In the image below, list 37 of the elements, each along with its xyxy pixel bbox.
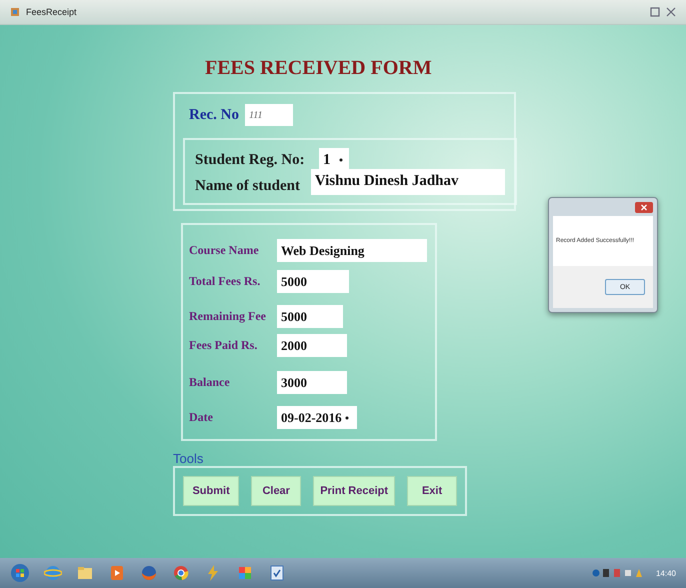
tool-button[interactable]: Print Receipt xyxy=(313,476,396,506)
fee-label: Date xyxy=(189,410,214,425)
maximize-icon[interactable] xyxy=(650,7,660,17)
fee-field[interactable]: 3000 xyxy=(277,371,347,394)
folder-icon[interactable] xyxy=(76,564,94,582)
reg-no-label: Student Reg. No: xyxy=(195,152,306,168)
tools-legend: Tools xyxy=(173,451,467,466)
fee-label: Total Fees Rs. xyxy=(189,274,262,289)
fee-label: Balance xyxy=(189,375,231,390)
tool-button[interactable]: Submit xyxy=(183,476,240,506)
clock: 14:40 xyxy=(656,568,676,578)
dropdown-icon[interactable] xyxy=(344,416,349,420)
dropdown-icon[interactable] xyxy=(338,158,342,162)
tool-button[interactable]: Exit xyxy=(407,476,458,506)
tray-icons[interactable] xyxy=(592,567,642,579)
tool-button[interactable]: Clear xyxy=(251,476,302,506)
close-icon[interactable] xyxy=(666,7,676,17)
app-icon xyxy=(10,7,20,17)
fee-field[interactable]: Web Designing xyxy=(277,239,427,262)
rec-no-label: Rec. No xyxy=(189,106,239,124)
media-player-icon[interactable] xyxy=(108,564,126,582)
form-app-icon[interactable] xyxy=(268,564,286,582)
fee-field[interactable]: 5000 xyxy=(277,305,343,328)
fee-field[interactable]: 5000 xyxy=(277,270,349,293)
window-title: FeesReceipt xyxy=(26,7,77,17)
fee-field[interactable]: 2000 xyxy=(277,334,347,357)
fee-label: Remaining Fee xyxy=(189,309,267,324)
form-heading: FEES RECEIVED FORM xyxy=(205,57,433,80)
close-icon[interactable] xyxy=(635,202,653,212)
date-picker[interactable]: 09-02-2016 xyxy=(277,406,357,429)
student-name-field[interactable]: Vishnu Dinesh Jadhav xyxy=(310,168,505,194)
student-name-label: Name of student xyxy=(195,178,301,195)
globe-icon[interactable] xyxy=(44,564,62,582)
fee-label: Course Name xyxy=(189,243,260,258)
rec-no-field[interactable]: 111 xyxy=(244,104,293,126)
start-button[interactable] xyxy=(10,563,30,583)
fee-label: Fees Paid Rs. xyxy=(189,338,258,353)
